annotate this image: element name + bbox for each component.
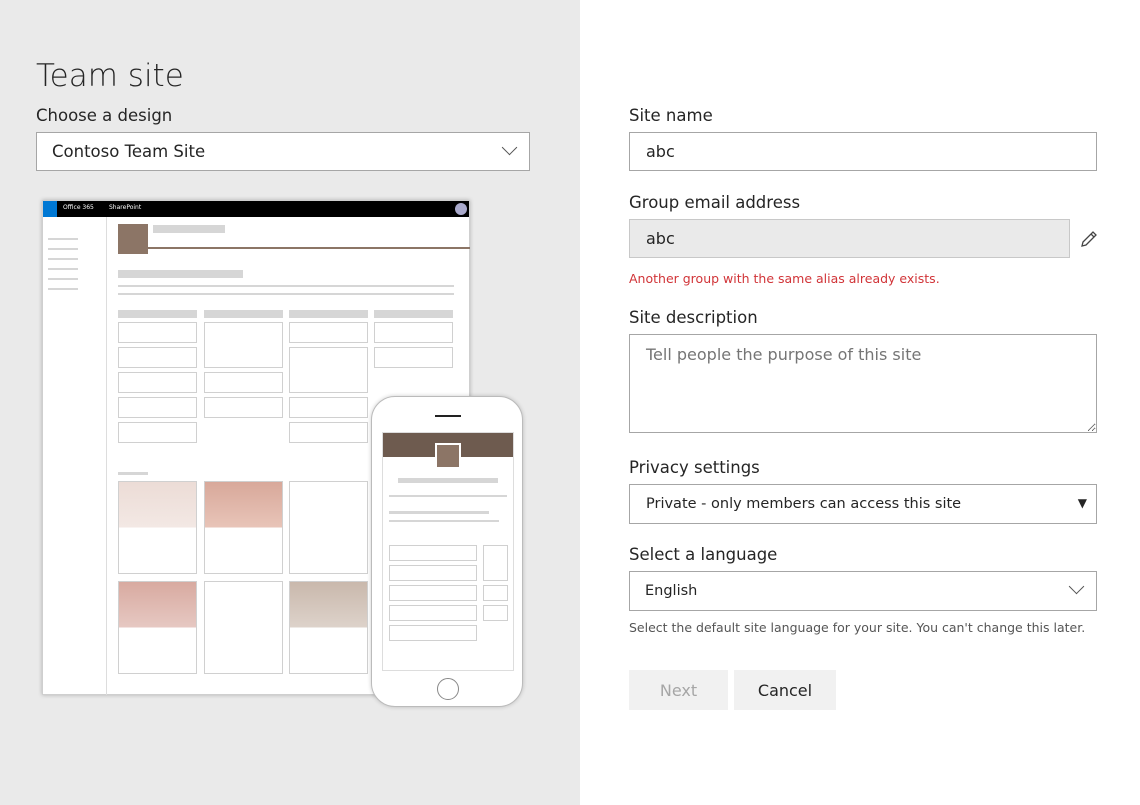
privacy-select[interactable]: Private - only members can access this s… <box>629 484 1097 524</box>
language-hint: Select the default site language for you… <box>629 620 1086 635</box>
caret-down-icon: ▼ <box>1077 496 1087 510</box>
site-name-value: abc <box>646 142 675 161</box>
cancel-button[interactable]: Cancel <box>734 670 836 710</box>
language-dropdown[interactable]: English <box>629 571 1097 611</box>
site-name-input[interactable]: abc <box>629 132 1097 171</box>
email-input: abc <box>629 219 1070 258</box>
chevron-down-icon <box>1068 578 1085 595</box>
language-label: Select a language <box>629 545 778 564</box>
design-preview-phone <box>371 396 523 707</box>
privacy-label: Privacy settings <box>629 458 760 477</box>
next-button[interactable]: Next <box>629 670 728 710</box>
email-label: Group email address <box>629 193 801 212</box>
page-title: Team site <box>36 58 184 94</box>
design-dropdown[interactable]: Contoso Team Site <box>36 132 530 171</box>
language-value: English <box>645 583 698 599</box>
design-panel: Team site Choose a design Contoso Team S… <box>0 0 580 805</box>
email-error-message: Another group with the same alias alread… <box>629 271 940 286</box>
design-label: Choose a design <box>36 106 173 125</box>
design-value: Contoso Team Site <box>52 142 206 161</box>
chevron-down-icon <box>501 139 518 156</box>
suite-label: Office 365 <box>63 204 94 211</box>
edit-pencil-icon[interactable] <box>1080 230 1098 248</box>
app-label: SharePoint <box>109 204 142 211</box>
privacy-value: Private - only members can access this s… <box>646 496 962 512</box>
site-name-label: Site name <box>629 106 713 125</box>
description-textarea[interactable] <box>629 334 1097 433</box>
description-label: Site description <box>629 308 758 327</box>
email-value: abc <box>646 229 675 248</box>
